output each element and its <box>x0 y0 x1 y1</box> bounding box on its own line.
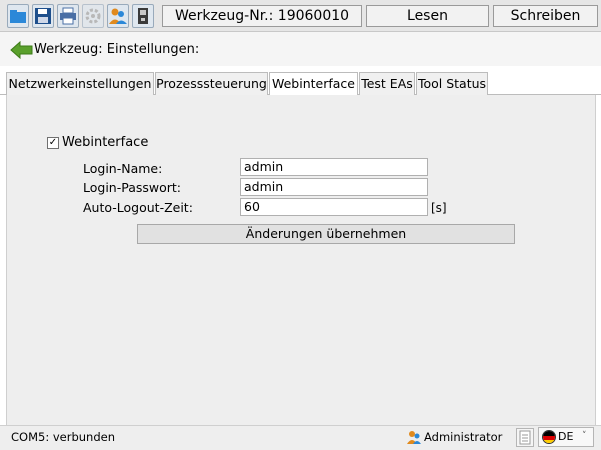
tab-test-eas[interactable]: Test EAs <box>359 72 415 95</box>
settings-button[interactable] <box>82 4 104 28</box>
current-user: Administrator <box>424 430 503 444</box>
settings-gear-icon <box>85 8 101 24</box>
webinterface-checkbox[interactable]: ✓ <box>47 137 59 149</box>
tool-number-display: Werkzeug-Nr.: 19060010 <box>162 5 362 27</box>
webinterface-checkbox-label: Webinterface <box>62 135 149 150</box>
open-folder-icon <box>10 10 26 23</box>
auto-logout-unit: [s] <box>431 201 447 215</box>
tab-tool-status[interactable]: Tool Status <box>416 72 488 95</box>
document-button[interactable] <box>516 428 534 447</box>
user-group-icon <box>109 8 127 24</box>
german-flag-icon <box>542 430 556 444</box>
login-name-label: Login-Name: <box>83 161 163 176</box>
open-folder-button[interactable] <box>7 4 29 28</box>
user-icon <box>407 429 421 445</box>
back-button[interactable] <box>10 40 34 60</box>
auto-logout-input[interactable]: 60 <box>240 198 428 216</box>
tab-webinterface[interactable]: Webinterface <box>269 72 358 96</box>
document-icon <box>519 430 531 445</box>
login-password-input[interactable]: admin <box>240 178 428 196</box>
tab-prozesssteuerung[interactable]: Prozesssteuerung <box>155 72 268 95</box>
printer-icon <box>60 7 76 25</box>
login-name-input[interactable]: admin <box>240 158 428 176</box>
device-button[interactable] <box>132 4 154 28</box>
print-button[interactable] <box>57 4 79 28</box>
read-button[interactable]: Lesen <box>366 5 489 27</box>
login-password-label: Login-Passwort: <box>83 180 182 195</box>
connection-status: COM5: verbunden <box>11 430 115 444</box>
device-icon <box>138 8 148 24</box>
tab-netzwerkeinstellungen[interactable]: Netzwerkeinstellungen <box>6 72 154 95</box>
write-button[interactable]: Schreiben <box>493 5 598 27</box>
apply-changes-button[interactable]: Änderungen übernehmen <box>137 224 515 244</box>
users-button[interactable] <box>107 4 129 28</box>
language-code: DE <box>558 430 574 443</box>
back-arrow-icon <box>10 40 33 60</box>
save-button[interactable] <box>32 4 54 28</box>
chevron-down-icon: ˅ <box>582 431 587 441</box>
auto-logout-label: Auto-Logout-Zeit: <box>83 200 193 215</box>
page-title: Werkzeug: Einstellungen: <box>34 42 200 57</box>
save-disk-icon <box>35 8 51 24</box>
